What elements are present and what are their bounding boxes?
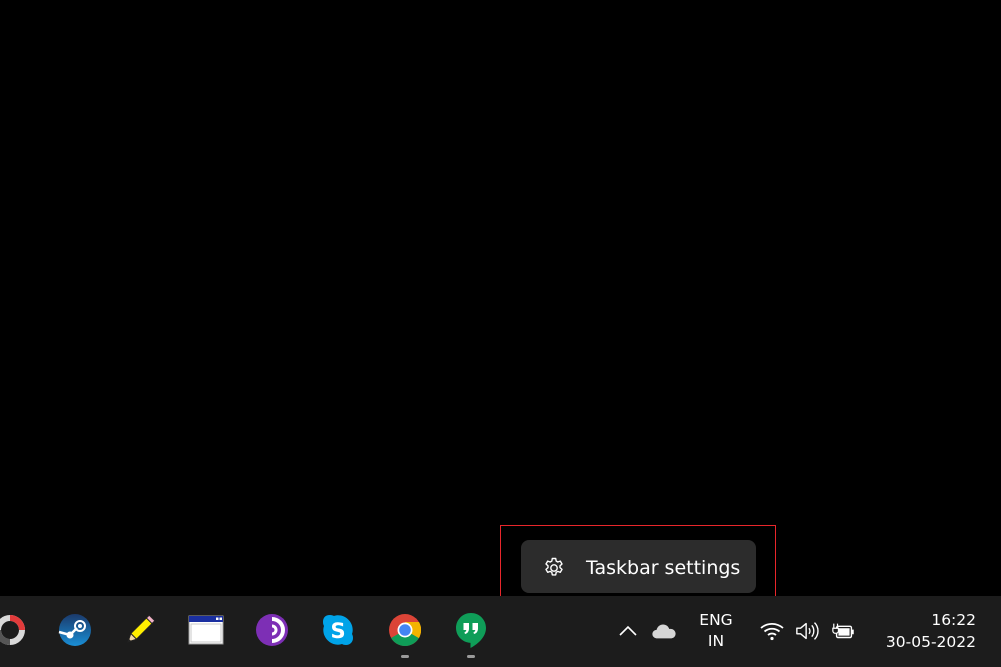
taskbar-app-chrome[interactable] bbox=[385, 610, 425, 658]
menu-item-taskbar-settings[interactable]: Taskbar settings bbox=[525, 544, 752, 589]
chevron-up-icon bbox=[619, 625, 637, 636]
language-indicator[interactable]: ENG IN bbox=[694, 610, 738, 652]
tor-icon bbox=[256, 614, 288, 646]
ring-icon bbox=[0, 615, 25, 645]
volume-button[interactable] bbox=[795, 618, 821, 644]
pencil-icon bbox=[127, 614, 156, 643]
clock-time: 16:22 bbox=[931, 611, 976, 629]
taskbar-app-pencil[interactable] bbox=[120, 610, 160, 650]
taskbar-app-tor[interactable] bbox=[252, 610, 292, 650]
language-region: IN bbox=[707, 632, 725, 650]
gear-icon bbox=[545, 557, 563, 576]
onedrive-button[interactable] bbox=[651, 618, 677, 644]
system-clock[interactable]: 16:22 30-05-2022 bbox=[876, 609, 976, 653]
taskbar-app-window[interactable] bbox=[186, 610, 226, 650]
taskbar-context-menu: Taskbar settings bbox=[521, 540, 756, 593]
wifi-icon bbox=[760, 622, 784, 641]
clock-date: 30-05-2022 bbox=[885, 633, 976, 651]
battery-charging-icon bbox=[832, 623, 854, 639]
language-code: ENG bbox=[699, 611, 733, 629]
menu-item-label: Taskbar settings bbox=[586, 557, 741, 579]
desktop: Taskbar settings S ENG IN 16:22 30-05-20… bbox=[0, 0, 1001, 667]
taskbar-app-circle[interactable] bbox=[0, 610, 30, 650]
skype-icon: S bbox=[323, 615, 353, 645]
steam-icon bbox=[58, 614, 91, 646]
running-indicator bbox=[401, 655, 409, 658]
volume-icon bbox=[796, 622, 819, 640]
svg-text:S: S bbox=[330, 619, 345, 643]
running-indicator bbox=[467, 655, 475, 658]
show-hidden-icons-button[interactable] bbox=[615, 618, 641, 644]
battery-button[interactable] bbox=[831, 618, 857, 644]
chrome-icon bbox=[389, 614, 422, 647]
window-icon bbox=[188, 615, 224, 645]
taskbar: S ENG IN 16:22 30-05-2022 bbox=[0, 596, 1001, 667]
taskbar-app-steam[interactable] bbox=[55, 610, 95, 650]
cloud-icon bbox=[652, 624, 676, 639]
hangouts-icon bbox=[456, 613, 486, 648]
taskbar-app-hangouts[interactable] bbox=[451, 610, 491, 658]
network-button[interactable] bbox=[759, 618, 785, 644]
taskbar-app-skype[interactable]: S bbox=[318, 610, 358, 650]
